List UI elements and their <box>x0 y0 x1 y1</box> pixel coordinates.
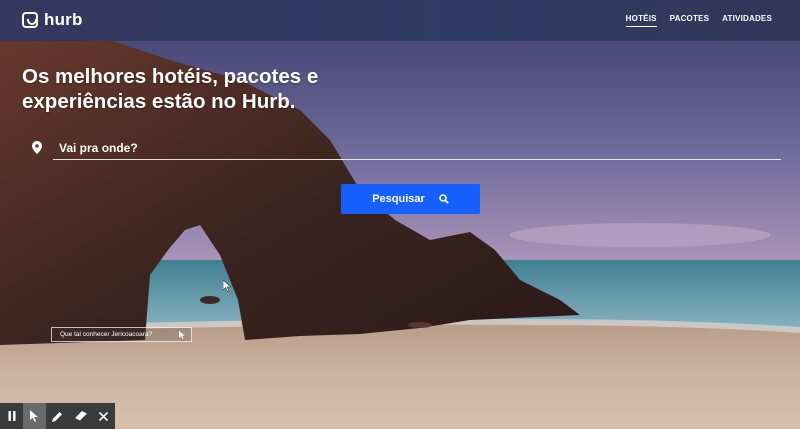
hero-headline: Os melhores hotéis, pacotes e experiênci… <box>22 64 402 114</box>
headline-line-1: Os melhores hotéis, pacotes e <box>22 65 319 88</box>
top-header: hurb HOTÉIS PACOTES ATIVIDADES <box>0 0 800 41</box>
annotation-toolbar <box>0 403 115 429</box>
pointer-icon <box>30 410 38 422</box>
search-button-label: Pesquisar <box>372 193 425 205</box>
main-nav: HOTÉIS PACOTES ATIVIDADES <box>625 14 772 27</box>
destination-search <box>32 137 781 162</box>
pencil-icon <box>52 411 62 422</box>
mouse-cursor-icon <box>223 280 232 292</box>
nav-item-hoteis[interactable]: HOTÉIS <box>625 14 657 27</box>
close-icon <box>99 411 108 421</box>
pause-icon <box>8 411 15 421</box>
search-button[interactable]: Pesquisar <box>341 184 480 214</box>
destination-search-input[interactable] <box>53 137 781 160</box>
hurb-logo-icon <box>22 12 38 28</box>
eraser-tool-button[interactable] <box>69 403 92 429</box>
nav-item-pacotes[interactable]: PACOTES <box>670 14 709 27</box>
pencil-tool-button[interactable] <box>46 403 69 429</box>
search-icon <box>438 194 449 204</box>
destination-suggestion-link[interactable]: Que tal conhecer Jericoacoara? <box>51 327 192 342</box>
hurb-logo[interactable]: hurb <box>22 10 83 30</box>
suggestion-text: Que tal conhecer Jericoacoara? <box>60 331 153 338</box>
close-toolbar-button[interactable] <box>92 403 115 429</box>
nav-item-atividades[interactable]: ATIVIDADES <box>722 14 772 27</box>
logo-text: hurb <box>44 10 83 29</box>
pause-button[interactable] <box>0 403 23 429</box>
headline-line-2: experiências estão no Hurb. <box>22 90 296 113</box>
pointer-icon <box>179 331 185 339</box>
pointer-tool-button[interactable] <box>23 403 46 429</box>
location-pin-icon <box>32 141 42 154</box>
eraser-icon <box>74 411 87 421</box>
